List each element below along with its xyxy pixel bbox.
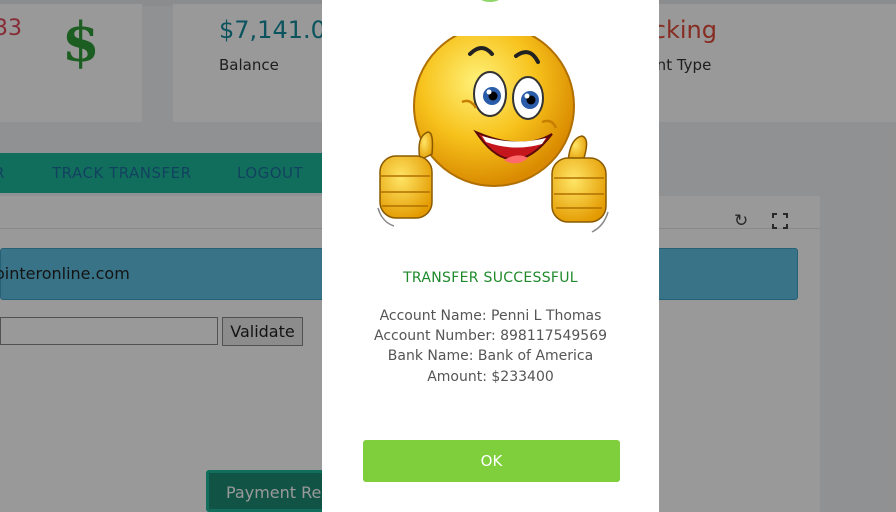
amount-text: Amount: $233400 [427,369,554,385]
ok-button[interactable]: OK [363,440,620,482]
transfer-success-modal: TRANSFER SUCCESSFUL Account Name: Penni … [322,0,659,512]
account-number-text: Account Number: 898117549569 [373,328,608,344]
modal-title: TRANSFER SUCCESSFUL [403,270,578,286]
success-ring-icon [476,0,504,2]
bank-name-text: Bank Name: Bank of America [387,348,594,364]
account-name-text: Account Name: Penni L Thomas [379,308,602,324]
thumbs-up-emoji-icon [372,25,612,236]
